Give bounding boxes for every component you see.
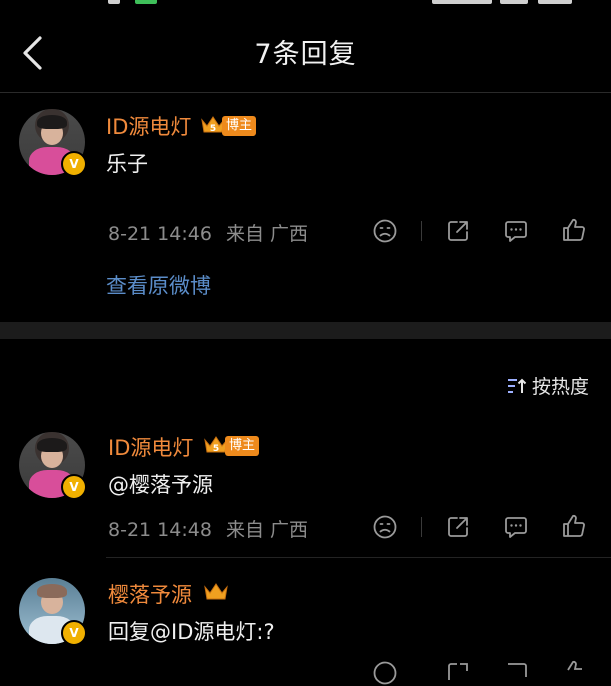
dislike-face-icon[interactable] [372, 514, 398, 540]
crown-level: 5 [210, 124, 216, 134]
battery-icon [135, 0, 157, 4]
username[interactable]: 樱落予源 [108, 579, 192, 609]
section-divider [0, 322, 611, 339]
reply-time: 8-21 14:48 [108, 519, 212, 541]
divider [421, 221, 422, 241]
post-meta: 8-21 14:46 来自 广西 [108, 219, 308, 246]
reply-location: 广西 [270, 519, 309, 541]
crown-icon [204, 583, 228, 600]
share-icon[interactable] [445, 514, 471, 540]
wifi-icon [500, 0, 528, 4]
post-content: 乐子 [106, 152, 148, 176]
status-bar [0, 0, 611, 8]
username[interactable]: ID源电灯 [108, 432, 193, 462]
dislike-face-icon[interactable] [372, 218, 398, 244]
username[interactable]: ID源电灯 [106, 111, 191, 141]
source-prefix: 来自 [225, 223, 264, 245]
like-thumb-icon[interactable] [561, 513, 587, 539]
reply-content: 回复@ID源电灯:? [108, 620, 275, 644]
post-location: 广西 [270, 223, 309, 245]
comment-icon[interactable] [503, 660, 529, 686]
sort-label: 按热度 [531, 376, 589, 398]
signal-icon [432, 0, 492, 4]
reply-content: @樱落予源 [108, 473, 213, 497]
reply-meta: 8-21 14:48 来自 广西 [108, 515, 308, 542]
blogger-badge: 博主 [222, 116, 257, 136]
crown-level: 5 [213, 444, 219, 454]
avatar[interactable]: V [19, 432, 87, 500]
verified-badge: V [61, 474, 87, 500]
verified-badge: V [61, 151, 87, 177]
post-time: 8-21 14:46 [108, 223, 212, 245]
dislike-face-icon[interactable] [372, 660, 398, 686]
blogger-badge: 博主 [225, 436, 260, 456]
status-icon [108, 0, 120, 4]
sort-icon [507, 378, 527, 393]
like-thumb-icon[interactable] [561, 659, 587, 685]
divider [106, 557, 611, 558]
like-thumb-icon[interactable] [561, 217, 587, 243]
comment-icon[interactable] [503, 514, 529, 540]
header: 7条回复 [0, 8, 611, 92]
share-icon[interactable] [445, 660, 471, 686]
view-original-link[interactable]: 查看原微博 [106, 270, 211, 300]
divider [0, 92, 611, 93]
verified-badge: V [61, 620, 87, 646]
share-icon[interactable] [445, 218, 471, 244]
avatar[interactable]: V [19, 109, 87, 177]
status-icon [538, 0, 572, 4]
comment-icon[interactable] [503, 218, 529, 244]
page-title: 7条回复 [254, 39, 357, 70]
sort-button[interactable]: 按热度 [506, 372, 589, 398]
avatar[interactable]: V [19, 578, 87, 646]
source-prefix: 来自 [225, 519, 264, 541]
divider [421, 517, 422, 537]
